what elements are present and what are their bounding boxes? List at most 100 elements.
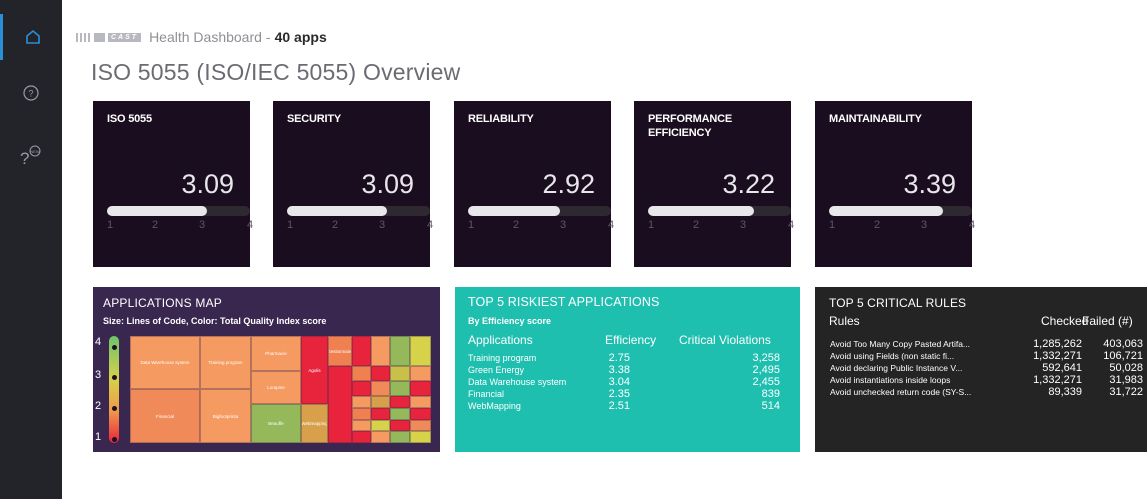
treemap-cell-small[interactable] [371, 366, 390, 381]
treemap-cell[interactable]: Webmapping [301, 404, 328, 443]
home-icon [25, 29, 40, 44]
treemap-cell-small[interactable] [352, 408, 371, 420]
top-critical-rules-panel[interactable]: TOP 5 CRITICAL RULES Rules Checked Faile… [815, 287, 1147, 452]
treemap-cell[interactable]: Data Warehouse system [130, 336, 200, 389]
treemap-cell-small[interactable] [371, 381, 390, 396]
sidebar-item-help[interactable]: ? [0, 70, 62, 116]
scale-marker [112, 375, 117, 380]
score-bar-fill [648, 206, 754, 216]
score-tile[interactable]: SECURITY 3.09 1 2 3 4 [273, 101, 434, 267]
treemap-cell-small[interactable] [371, 420, 390, 431]
quality-scale [109, 336, 119, 443]
tile-score: 3.09 [181, 169, 234, 199]
treemap-cell-small[interactable] [371, 396, 390, 408]
tick-label: 3 [740, 219, 747, 231]
treemap-cell[interactable]: Pharmacie [251, 336, 301, 371]
rule-name: Avoid using Fields (non static fi... [830, 351, 955, 361]
col-header-failed: Failed (#) [1082, 314, 1133, 328]
scale-marker [112, 437, 117, 442]
treemap-cell-small[interactable] [352, 381, 371, 396]
rule-row[interactable]: Avoid instantiations inside loops 1,332,2… [830, 374, 1147, 387]
treemap-cell-small[interactable] [352, 420, 371, 431]
scale-marker [112, 406, 117, 411]
rule-row[interactable]: Avoid unchecked return code (SY-S... 89,3… [830, 386, 1147, 399]
rule-row[interactable]: Avoid using Fields (non static fi... 1,33… [830, 350, 1147, 363]
treemap-cell-small[interactable] [371, 408, 390, 420]
sidebar: ? ? NEW [0, 0, 62, 499]
sidebar-item-whats-new[interactable]: ? NEW [0, 132, 62, 178]
treemap-cell-small[interactable] [410, 396, 431, 408]
treemap-cell-small[interactable] [371, 336, 390, 366]
treemap-cell[interactable]: Beauffe [251, 404, 301, 443]
treemap-cell-small[interactable] [410, 408, 431, 420]
treemap-cell-small[interactable] [410, 366, 431, 381]
treemap-cell-small[interactable] [390, 431, 410, 443]
riskiest-app-name: Training program [468, 353, 537, 363]
treemap-cell[interactable]: Gestionnaire [328, 336, 352, 366]
score-tile[interactable]: PERFORMANCE EFFICIENCY 3.22 1 2 3 4 [634, 101, 794, 267]
treemap-cell-small[interactable] [390, 336, 410, 366]
tick-label: 2 [332, 219, 339, 231]
riskiest-efficiency: 3.04 [608, 376, 630, 388]
svg-text:?: ? [20, 149, 29, 167]
cast-logo: CAST [76, 32, 142, 42]
score-bar [829, 206, 972, 216]
treemap-cell-small[interactable] [390, 366, 410, 381]
treemap-cell[interactable]: Agolis [301, 336, 328, 404]
treemap-cell-small[interactable] [390, 396, 410, 408]
treemap-cell-small[interactable] [390, 420, 410, 431]
treemap-cell-small[interactable] [328, 366, 352, 443]
treemap-cell-small[interactable] [410, 431, 431, 443]
sidebar-item-home[interactable] [0, 14, 62, 60]
riskiest-efficiency: 2.51 [608, 400, 630, 412]
treemap-cell-small[interactable] [352, 366, 371, 381]
rule-name: Avoid Too Many Copy Pasted Artifa... [830, 339, 971, 349]
treemap-cell-small[interactable] [390, 408, 410, 420]
treemap-cell[interactable]: Lorapine [251, 371, 301, 404]
rule-row[interactable]: Avoid Too Many Copy Pasted Artifa... 1,28… [830, 338, 1147, 351]
rule-checked: 1,285,262 [1033, 338, 1082, 350]
treemap-cell-small[interactable] [410, 381, 431, 396]
rule-checked: 89,339 [1048, 386, 1082, 398]
treemap-cell-small[interactable] [371, 431, 390, 443]
treemap-cell[interactable]: Bigfootprinta [200, 389, 251, 443]
score-scale: 1 2 3 4 [829, 219, 975, 233]
tick-label: 1 [107, 219, 114, 231]
riskiest-app-name: Financial [468, 389, 505, 399]
rule-failed: 106,721 [1103, 350, 1143, 362]
scale-label-4: 4 [95, 336, 102, 348]
treemap-cell[interactable]: Training program [200, 336, 251, 389]
rule-row[interactable]: Avoid declaring Public Instance V... 592,… [830, 362, 1147, 375]
treemap-cell-small[interactable] [390, 381, 410, 396]
score-tile[interactable]: MAINTAINABILITY 3.39 1 2 3 4 [815, 101, 975, 267]
tick-label: 1 [287, 219, 294, 231]
tick-label: 4 [427, 219, 434, 231]
treemap[interactable]: Data Warehouse system Training program Fin… [130, 336, 431, 443]
tick-label: 3 [560, 219, 567, 231]
riskiest-row[interactable]: WebMapping 2.51 514 [468, 400, 790, 413]
score-tile[interactable]: RELIABILITY 2.92 1 2 3 4 [454, 101, 614, 267]
treemap-cell[interactable]: Financial [130, 389, 200, 443]
col-header-applications: Applications [468, 333, 533, 347]
tick-label: 2 [152, 219, 159, 231]
treemap-cell-small[interactable] [352, 336, 371, 366]
breadcrumb: CAST Health Dashboard - 40 apps [76, 27, 327, 47]
treemap-cell-small[interactable] [410, 420, 431, 431]
score-bar [107, 206, 250, 216]
treemap-cell-small[interactable] [410, 336, 431, 366]
applications-map-panel[interactable]: APPLICATIONS MAP Size: Lines of Code, Co… [93, 287, 440, 452]
riskiest-app-name: Green Energy [468, 365, 525, 375]
top-riskiest-panel[interactable]: TOP 5 RISKIEST APPLICATIONS By Efficienc… [455, 287, 800, 452]
riskiest-violations: 3,258 [752, 352, 780, 364]
score-bar-fill [287, 206, 387, 216]
score-tile[interactable]: ISO 5055 3.09 1 2 3 4 [93, 101, 253, 267]
app-count[interactable]: 40 apps [275, 29, 327, 45]
riskiest-efficiency: 2.35 [608, 388, 630, 400]
treemap-cell-small[interactable] [352, 396, 371, 408]
score-bar-fill [468, 206, 560, 216]
rule-checked: 1,332,271 [1033, 350, 1082, 362]
tick-label: 3 [379, 219, 386, 231]
riskiest-efficiency: 3.38 [608, 364, 630, 376]
treemap-cell-small[interactable] [352, 431, 371, 443]
tile-score: 3.22 [722, 169, 775, 199]
